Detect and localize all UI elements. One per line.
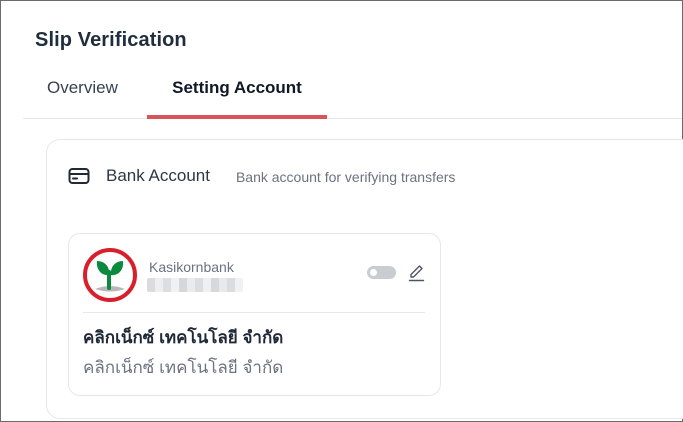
account-enabled-toggle[interactable] [367, 266, 396, 279]
account-name: คลิกเน็กซ์ เทคโนโลยี จำกัด [83, 328, 284, 347]
bank-account-card[interactable]: Kasikornbank ●●● ●●● คลิกเน็กซ์ เทคโนโลย… [68, 233, 441, 396]
pencil-icon [408, 265, 425, 282]
kasikornbank-logo [83, 248, 137, 302]
panel-subtitle: Bank account for verifying transfers [235, 169, 456, 185]
tab-bar: Overview Setting Account [23, 69, 682, 119]
account-number-masked: ●●● ●●● [147, 278, 243, 292]
panel-title: Bank Account [106, 166, 210, 185]
toggle-knob [370, 269, 377, 276]
account-name-secondary: คลิกเน็กซ์ เทคโนโลยี จำกัด [83, 358, 284, 377]
panel-header: Bank Account Bank account for verifying … [67, 164, 455, 188]
bank-name: Kasikornbank [149, 259, 234, 275]
bank-account-panel: Bank Account Bank account for verifying … [46, 139, 683, 419]
tab-overview[interactable]: Overview [47, 69, 118, 115]
credit-card-icon [67, 164, 91, 188]
card-divider [83, 312, 425, 313]
tab-setting-account[interactable]: Setting Account [147, 69, 327, 119]
page-title: Slip Verification [35, 29, 187, 51]
edit-account-button[interactable] [408, 264, 425, 282]
